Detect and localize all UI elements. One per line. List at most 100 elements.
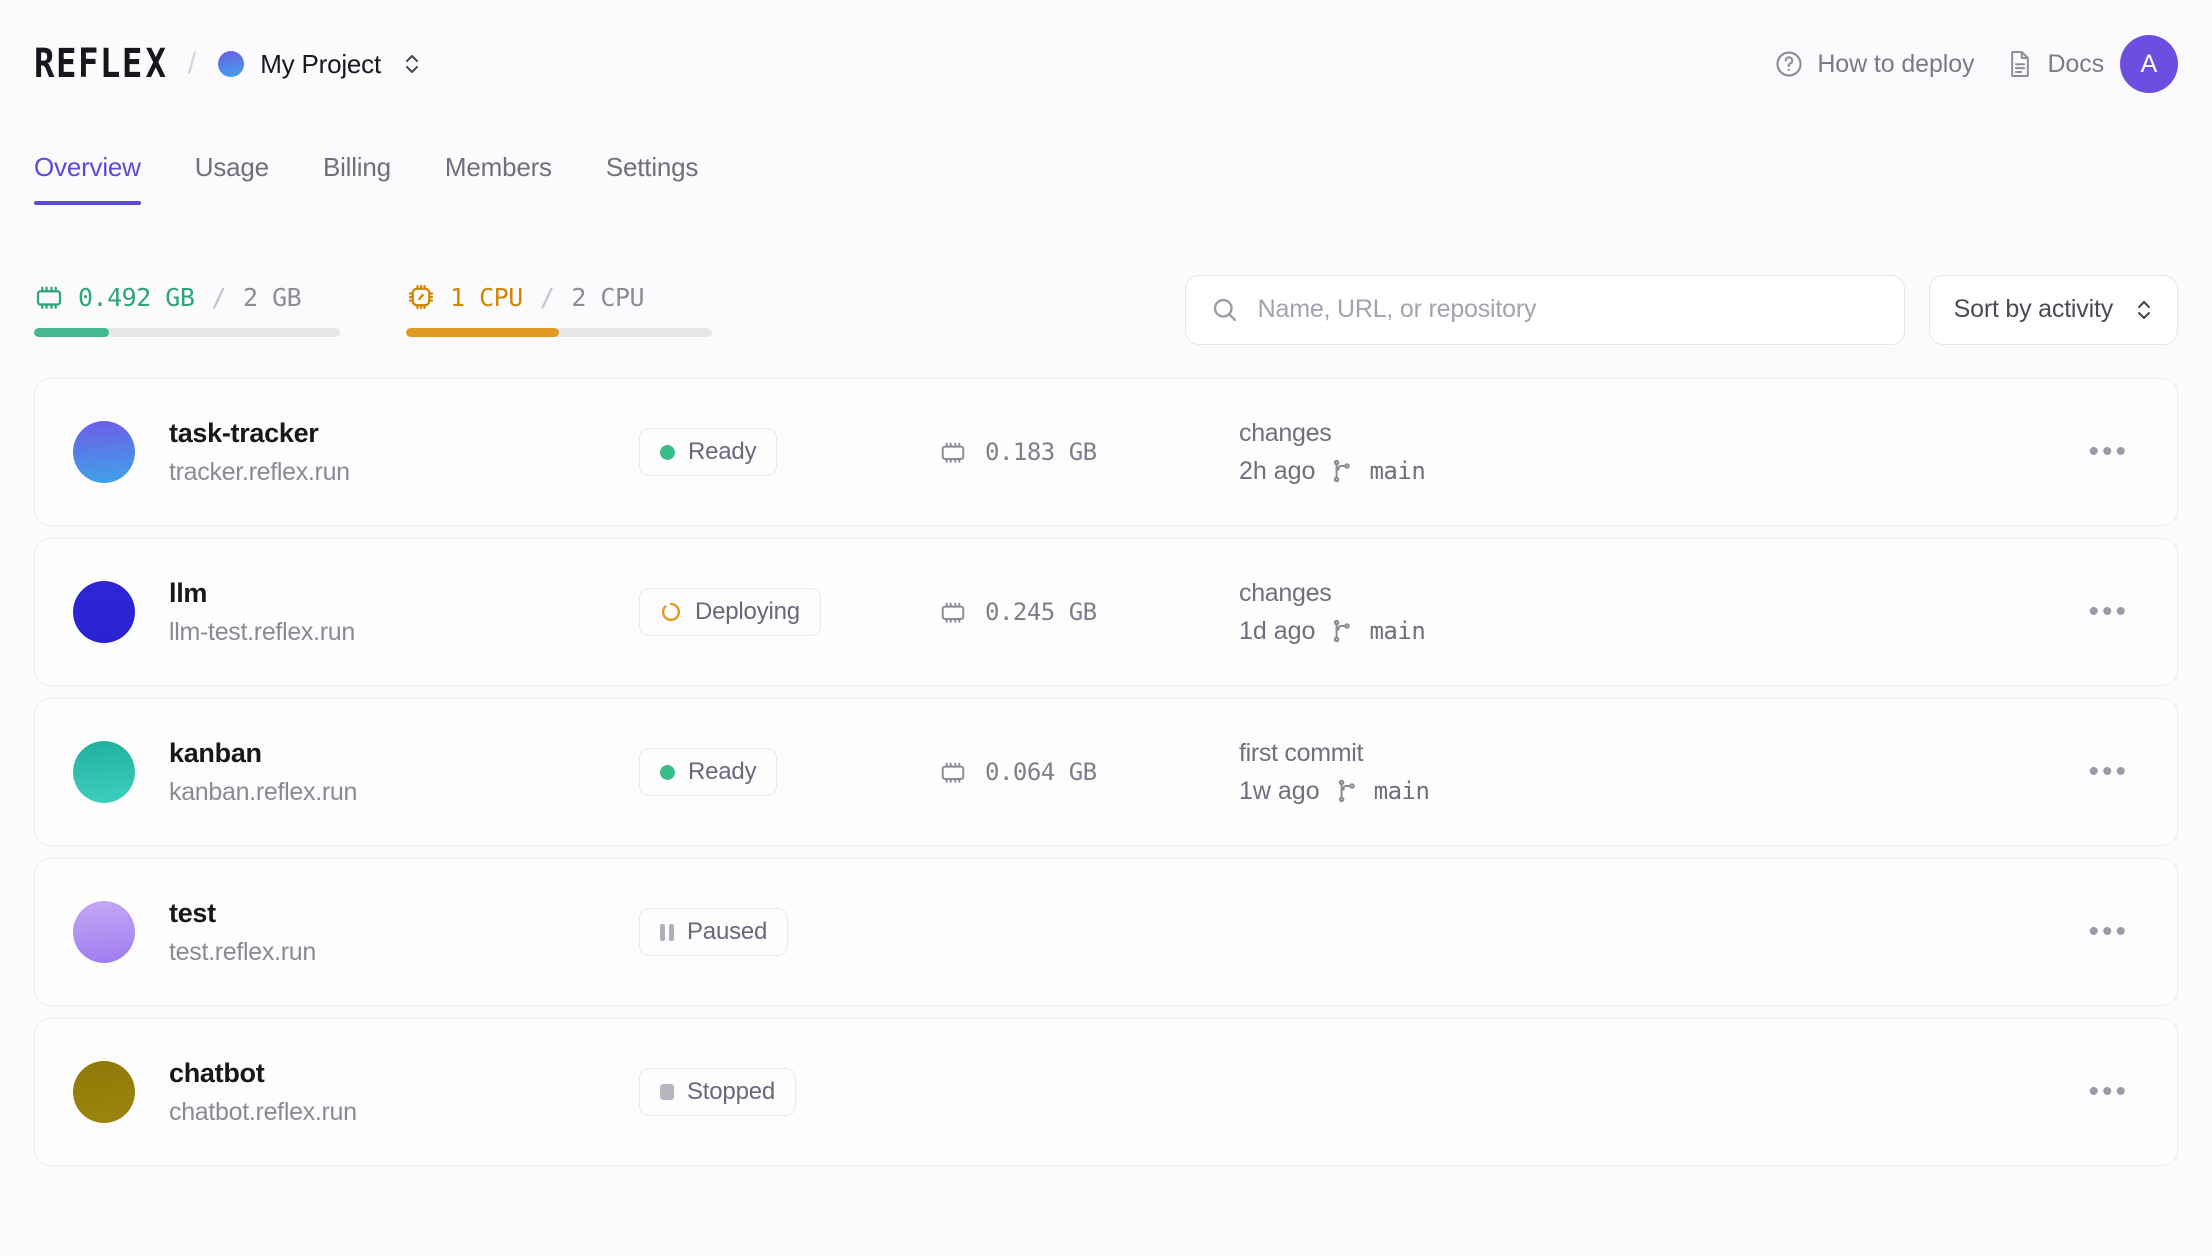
commit-message: changes xyxy=(1239,578,1332,607)
table-row[interactable]: chatbot chatbot.reflex.run Stopped ••• xyxy=(34,1018,2178,1166)
chevron-up-down-icon xyxy=(2135,296,2153,324)
memory-progress-bar xyxy=(34,328,340,337)
stop-square-icon xyxy=(660,1084,674,1100)
project-selector[interactable]: My Project xyxy=(218,49,421,80)
git-branch-icon xyxy=(1329,618,1355,644)
memory-chip-icon xyxy=(34,282,64,312)
tab-billing-label: Billing xyxy=(322,152,391,182)
memory-total: 2 GB xyxy=(242,282,302,312)
docs-label: Docs xyxy=(2047,49,2104,78)
app-commit-cell: changes 1d ago main xyxy=(1239,579,1569,646)
tab-settings[interactable]: Settings xyxy=(579,152,725,205)
tab-settings-label: Settings xyxy=(605,152,699,182)
memory-chip-icon xyxy=(939,438,967,466)
tab-billing[interactable]: Billing xyxy=(296,152,418,205)
app-memory-cell: 0.064 GB xyxy=(939,758,1239,786)
status-label: Stopped xyxy=(687,1078,776,1105)
table-row[interactable]: llm llm-test.reflex.run Deploying 0.245 … xyxy=(34,538,2178,686)
cpu-progress-bar xyxy=(406,328,712,337)
git-branch-icon xyxy=(1334,778,1360,804)
toolbar: 0.492 GB / 2 GB 1 CPU / 2 CPU Name, URL,… xyxy=(0,206,2212,358)
how-to-deploy-link[interactable]: How to deploy xyxy=(1758,39,1990,89)
user-avatar[interactable]: A xyxy=(2120,35,2178,93)
ellipsis-icon: ••• xyxy=(2088,915,2129,948)
memory-used: 0.492 GB xyxy=(78,282,195,312)
docs-link[interactable]: Docs xyxy=(1990,39,2120,89)
commit-time: 1w ago xyxy=(1239,776,1320,805)
app-url[interactable]: llm-test.reflex.run xyxy=(169,618,639,647)
app-avatar-icon xyxy=(73,1061,135,1123)
status-dot-icon xyxy=(660,764,675,780)
reflex-logo[interactable]: REFLEX xyxy=(34,40,166,87)
header-actions: How to deploy Docs A xyxy=(1758,35,2178,93)
search-box[interactable] xyxy=(1184,274,1905,345)
app-url[interactable]: test.reflex.run xyxy=(169,938,639,967)
memory-chip-icon xyxy=(939,598,967,626)
commit-meta: 1w ago main xyxy=(1239,777,1569,806)
cpu-used: 1 CPU xyxy=(450,282,523,312)
app-name: task-tracker xyxy=(169,417,319,448)
status-badge: Deploying xyxy=(639,588,821,636)
table-row[interactable]: test test.reflex.run Paused ••• xyxy=(34,858,2178,1006)
tab-overview-label: Overview xyxy=(34,152,141,182)
tab-members-label: Members xyxy=(444,152,552,182)
table-row[interactable]: task-tracker tracker.reflex.run Ready 0.… xyxy=(34,378,2178,526)
app-url[interactable]: chatbot.reflex.run xyxy=(169,1098,639,1127)
git-branch-icon xyxy=(1329,458,1355,484)
app-name: test xyxy=(169,897,216,928)
table-row[interactable]: kanban kanban.reflex.run Ready 0.064 GB … xyxy=(34,698,2178,846)
toolbar-controls: Sort by activity xyxy=(1184,274,2178,345)
status-badge: Ready xyxy=(639,748,778,796)
ellipsis-icon: ••• xyxy=(2088,595,2129,628)
app-status-cell: Ready xyxy=(639,748,939,796)
tab-overview[interactable]: Overview xyxy=(34,152,168,205)
nav-tabs: Overview Usage Billing Members Settings xyxy=(0,128,2212,206)
cpu-meter: 1 CPU / 2 CPU xyxy=(406,282,712,337)
app-avatar-icon xyxy=(73,581,135,643)
row-menu-button[interactable]: ••• xyxy=(2082,595,2135,629)
tab-usage[interactable]: Usage xyxy=(168,152,296,205)
tab-members[interactable]: Members xyxy=(418,152,579,205)
app-avatar-icon xyxy=(73,901,135,963)
row-menu-button[interactable]: ••• xyxy=(2082,1075,2135,1109)
app-memory-value: 0.064 GB xyxy=(985,758,1097,786)
commit-meta: 1d ago main xyxy=(1239,617,1569,646)
status-badge: Stopped xyxy=(639,1068,797,1116)
commit-message: changes xyxy=(1239,418,1332,447)
sort-dropdown[interactable]: Sort by activity xyxy=(1928,274,2178,345)
app-name: kanban xyxy=(169,737,262,768)
app-identity: llm llm-test.reflex.run xyxy=(169,578,639,647)
app-identity: task-tracker tracker.reflex.run xyxy=(169,418,639,487)
app-url[interactable]: tracker.reflex.run xyxy=(169,458,639,487)
memory-separator: / xyxy=(211,282,226,312)
tab-usage-label: Usage xyxy=(194,152,269,182)
how-to-deploy-label: How to deploy xyxy=(1817,49,1975,78)
row-menu-button[interactable]: ••• xyxy=(2082,435,2135,469)
app-status-cell: Ready xyxy=(639,428,939,476)
ellipsis-icon: ••• xyxy=(2088,1075,2129,1108)
commit-message: first commit xyxy=(1239,738,1364,767)
search-input[interactable] xyxy=(1257,295,1880,324)
memory-meter-label: 0.492 GB / 2 GB xyxy=(34,282,340,312)
top-header: REFLEX / My Project How to deploy Docs A xyxy=(0,0,2212,128)
search-icon xyxy=(1210,295,1240,325)
app-identity: kanban kanban.reflex.run xyxy=(169,738,639,807)
project-name: My Project xyxy=(260,48,381,79)
app-name: chatbot xyxy=(169,1057,265,1088)
ellipsis-icon: ••• xyxy=(2088,435,2129,468)
row-menu-button[interactable]: ••• xyxy=(2082,755,2135,789)
app-name: llm xyxy=(169,577,208,608)
row-menu-button[interactable]: ••• xyxy=(2082,915,2135,949)
cpu-separator: / xyxy=(539,282,555,312)
status-label: Ready xyxy=(688,438,757,465)
memory-chip-icon xyxy=(939,758,967,786)
status-label: Deploying xyxy=(695,598,800,625)
app-status-cell: Paused xyxy=(639,908,939,956)
app-url[interactable]: kanban.reflex.run xyxy=(169,778,639,807)
chevron-up-down-icon[interactable] xyxy=(403,49,421,79)
app-commit-cell: changes 2h ago main xyxy=(1239,419,1569,486)
ellipsis-icon: ••• xyxy=(2088,755,2129,788)
resource-meters: 0.492 GB / 2 GB 1 CPU / 2 CPU xyxy=(34,282,712,337)
branch-name: main xyxy=(1373,777,1430,805)
branch-name: main xyxy=(1369,457,1426,485)
